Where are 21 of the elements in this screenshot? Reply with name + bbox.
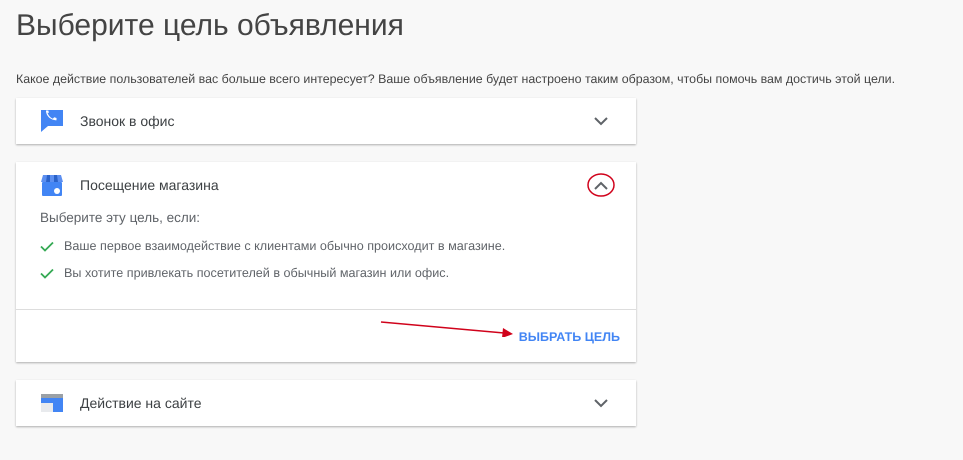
chevron-down-icon[interactable] — [594, 398, 608, 408]
goal-title: Звонок в офис — [80, 113, 176, 129]
page-title: Выберите цель объявления — [16, 8, 405, 44]
criteria-item: Вы хотите привлекать посетителей в обычный магазин или офис. — [64, 266, 450, 280]
goal-title: Действие на сайте — [80, 395, 202, 411]
chevron-up-icon[interactable] — [594, 180, 608, 190]
criteria-intro: Выберите эту цель, если: — [40, 210, 202, 225]
browser-window-icon — [40, 391, 64, 415]
page-description: Какое действие пользователей вас больше всего интересует? Ваше объявление будет настроено таким образом, чтобы помочь вам достичь этой цели. — [16, 72, 896, 86]
criteria-item: Ваше первое взаимодействие с клиентами обычно происходит в магазине. — [64, 239, 506, 253]
goal-header[interactable]: Звонок в офис — [16, 98, 636, 144]
check-icon — [40, 268, 54, 278]
check-icon — [40, 240, 54, 252]
chevron-down-icon[interactable] — [594, 116, 608, 126]
select-goal-button[interactable]: ВЫБРАТЬ ЦЕЛЬ — [516, 326, 622, 348]
goal-header[interactable]: Действие на сайте — [16, 380, 636, 426]
annotation-circle — [587, 172, 615, 196]
store-icon — [40, 173, 64, 197]
phone-chat-icon — [40, 109, 64, 133]
goal-title: Посещение магазина — [80, 177, 220, 193]
goal-header[interactable]: Посещение магазина — [16, 162, 636, 208]
